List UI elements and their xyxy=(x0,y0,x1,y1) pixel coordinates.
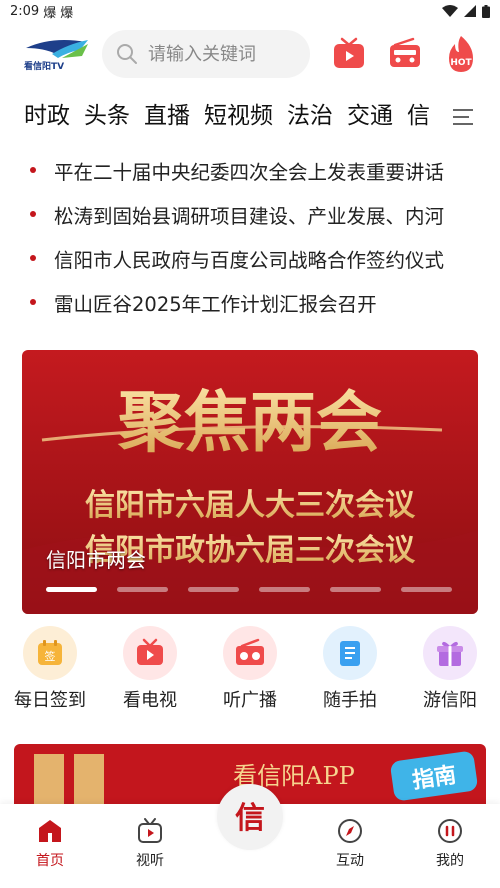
tab-interact[interactable]: 互动 xyxy=(310,818,390,870)
bullet-dot xyxy=(30,167,36,173)
app-logo[interactable]: 看信阳TV xyxy=(22,34,92,74)
tab-label: 互动 xyxy=(336,853,364,869)
carousel-dot[interactable] xyxy=(330,587,381,592)
status-time: 2:09 xyxy=(10,3,40,19)
channel-tab[interactable]: 法治 xyxy=(287,98,333,134)
radio-icon xyxy=(223,626,277,680)
headline-item[interactable]: 雷山匠谷2025年工作计划汇报会召开 xyxy=(30,284,470,320)
app-header: 看信阳TV HOT xyxy=(0,28,500,82)
tab-home[interactable]: 首页 xyxy=(10,818,90,870)
notification-icon-2: 爆 xyxy=(60,5,74,21)
search-icon xyxy=(117,44,137,64)
banner-line-1: 信阳市六届人大三次会议 xyxy=(85,488,416,523)
tab-label: 我的 xyxy=(436,853,464,869)
channel-tabs: 时政 头条 直播 短视频 法治 交通信 xyxy=(0,98,500,144)
bullet-dot xyxy=(30,211,36,217)
logo-graphic: 看信阳TV xyxy=(24,40,88,72)
headline-text: 松涛到固始县调研项目建设、产业发展、内河 xyxy=(54,204,445,228)
carousel-dot[interactable] xyxy=(188,587,239,592)
gift-icon xyxy=(423,626,477,680)
quick-action-label: 看电视 xyxy=(123,690,177,711)
channel-tab[interactable]: 直播 xyxy=(144,98,190,134)
news-banner-carousel[interactable]: 聚焦两会 信阳市六届人大三次会议 信阳市政协六届三次会议 信阳市两会 xyxy=(22,350,478,614)
headline-text: 信阳市人民政府与百度公司战略合作签约仪式 xyxy=(54,248,445,272)
bottom-tab-bar: 首页 视听 信 互动 我的 xyxy=(0,784,500,888)
quick-actions: 签 每日签到 看电视 听广播 随手拍 游信阳 xyxy=(0,626,500,718)
channel-tab[interactable]: 头条 xyxy=(84,98,130,134)
status-bar: 2:09 爆 爆 xyxy=(0,0,500,22)
banner-big-title: 聚焦两会 xyxy=(117,383,382,461)
tv-live-icon[interactable] xyxy=(331,36,367,72)
home-icon xyxy=(39,820,61,842)
profile-icon xyxy=(438,819,462,843)
note-icon xyxy=(323,626,377,680)
signal-icon xyxy=(464,5,476,17)
tab-label: 首页 xyxy=(36,853,64,869)
watch-tv-button[interactable]: 看电视 xyxy=(100,626,200,712)
hot-label: HOT xyxy=(450,58,472,68)
carousel-dot[interactable] xyxy=(46,587,97,592)
quick-action-label: 听广播 xyxy=(223,690,277,711)
headline-text: 雷山匠谷2025年工作计划汇报会召开 xyxy=(54,292,377,316)
headline-item[interactable]: 平在二十届中央纪委四次全会上发表重要讲话 xyxy=(30,152,470,188)
compass-icon xyxy=(338,819,362,843)
tab-profile[interactable]: 我的 xyxy=(410,818,490,870)
headline-item[interactable]: 信阳市人民政府与百度公司战略合作签约仪式 xyxy=(30,240,470,276)
quick-action-label: 每日签到 xyxy=(14,690,86,711)
channel-tab[interactable]: 信 xyxy=(407,98,430,134)
tab-video[interactable]: 视听 xyxy=(110,818,190,870)
calendar-sign-icon: 签 xyxy=(23,626,77,680)
bullet-dot xyxy=(30,255,36,261)
headline-item[interactable]: 松涛到固始县调研项目建设、产业发展、内河 xyxy=(30,196,470,232)
video-icon xyxy=(138,818,162,843)
svg-text:签: 签 xyxy=(45,649,56,663)
tab-label: 视听 xyxy=(136,853,164,869)
battery-icon xyxy=(482,4,490,18)
channel-list: 时政 头条 直播 短视频 法治 交通信 xyxy=(24,98,440,134)
daily-checkin-button[interactable]: 签 每日签到 xyxy=(0,626,100,712)
channel-tab[interactable]: 时政 xyxy=(24,98,70,134)
headline-text: 平在二十届中央纪委四次全会上发表重要讲话 xyxy=(54,160,445,184)
search-bar[interactable] xyxy=(102,30,310,78)
radio-icon[interactable] xyxy=(387,36,423,72)
carousel-dot[interactable] xyxy=(401,587,452,592)
center-logo-icon: 信 xyxy=(235,801,265,836)
tour-xinyang-button[interactable]: 游信阳 xyxy=(400,626,500,712)
menu-icon[interactable] xyxy=(450,106,476,128)
banner-image: 聚焦两会 信阳市六届人大三次会议 信阳市政协六届三次会议 xyxy=(22,350,478,614)
channel-tab[interactable]: 交通 xyxy=(347,98,393,134)
carousel-dot[interactable] xyxy=(117,587,168,592)
hot-icon[interactable]: HOT xyxy=(443,34,479,74)
svg-text:信: 信 xyxy=(235,801,265,836)
carousel-dot[interactable] xyxy=(259,587,310,592)
search-input[interactable] xyxy=(148,43,298,65)
logo-text: 看信阳TV xyxy=(24,60,64,72)
banner-caption: 信阳市两会 xyxy=(46,548,146,572)
notification-icon-1: 爆 xyxy=(43,5,57,21)
quick-action-label: 游信阳 xyxy=(423,690,477,711)
tv-icon xyxy=(123,626,177,680)
center-logo-button[interactable]: 信 xyxy=(217,784,283,850)
wifi-icon xyxy=(442,5,458,17)
quick-action-label: 随手拍 xyxy=(323,690,377,711)
carousel-indicator xyxy=(46,587,452,592)
bullet-dot xyxy=(30,299,36,305)
listen-radio-button[interactable]: 听广播 xyxy=(200,626,300,712)
snapshot-button[interactable]: 随手拍 xyxy=(300,626,400,712)
channel-tab[interactable]: 短视频 xyxy=(204,98,273,134)
